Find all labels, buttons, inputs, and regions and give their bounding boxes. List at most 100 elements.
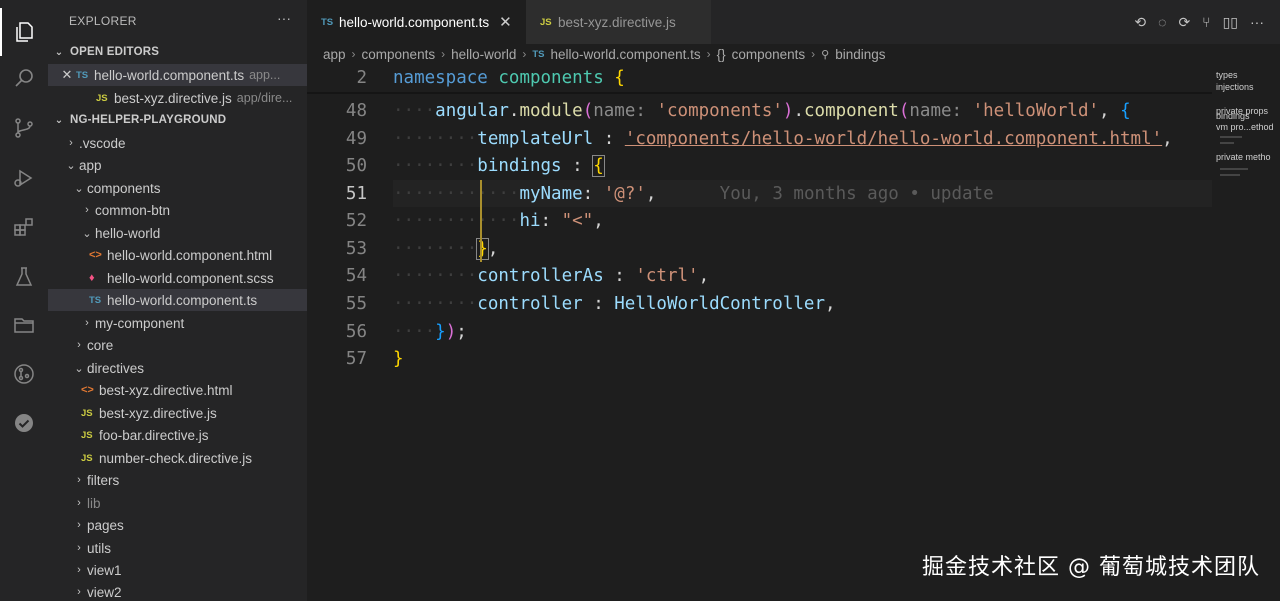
tree-folder[interactable]: ⌄ hello-world	[48, 222, 307, 244]
editor-tab-bar: TS hello-world.component.ts ✕ JS best-xy…	[307, 0, 1280, 44]
editor-actions: ⟲ ◌ ⟳ ⑂ ▯▯ ···	[1134, 14, 1264, 31]
code-editor[interactable]: 2 namespace components { 48 ····angular.…	[307, 64, 1212, 601]
folder-icon[interactable]	[0, 301, 48, 349]
workspace-header[interactable]: ⌄ NG-HELPER-PLAYGROUND	[48, 109, 307, 131]
testing-icon[interactable]	[0, 253, 48, 301]
param-hint: name:	[909, 100, 963, 121]
scss-file-icon: ♦	[89, 272, 95, 284]
tree-folder[interactable]: › core	[48, 334, 307, 356]
chevron-right-icon: ›	[77, 542, 81, 554]
chevron-down-icon: ⌄	[54, 46, 64, 58]
open-editors-header[interactable]: ⌄ OPEN EDITORS	[48, 41, 307, 63]
tree-label: lib	[87, 495, 101, 511]
tree-file[interactable]: JS number-check.directive.js	[48, 447, 307, 469]
string-literal[interactable]: 'components/hello-world/hello-world.comp…	[625, 129, 1162, 149]
extensions-icon[interactable]	[0, 203, 48, 251]
line-number: 56	[345, 321, 367, 342]
tree-file[interactable]: JS best-xyz.directive.js	[48, 402, 307, 424]
chevron-down-icon: ⌄	[82, 227, 92, 240]
chevron-down-icon: ⌄	[66, 159, 76, 172]
tree-folder[interactable]: ⌄ directives	[48, 357, 307, 379]
forward-icon[interactable]: ⟳	[1178, 14, 1190, 31]
files-icon[interactable]	[0, 8, 48, 56]
tree-folder[interactable]: › view2	[48, 581, 307, 601]
more-icon[interactable]: ···	[1250, 14, 1264, 31]
property-name: myName	[519, 183, 583, 204]
sticky-scroll-separator	[307, 92, 1212, 94]
code-line[interactable]: 50 ········bindings : {	[307, 152, 1212, 179]
minimap-line	[1220, 142, 1234, 144]
tree-folder[interactable]: › my-component	[48, 312, 307, 334]
more-actions-icon[interactable]: ···	[277, 10, 291, 26]
tree-folder[interactable]: › pages	[48, 514, 307, 536]
tree-file[interactable]: <> hello-world.component.html	[48, 244, 307, 266]
open-editor-item[interactable]: JS best-xyz.directive.js app/dire...	[48, 87, 307, 109]
tree-folder[interactable]: ⌄ app	[48, 154, 307, 176]
code-line[interactable]: 56 ····});	[307, 318, 1212, 345]
open-editor-name: hello-world.component.ts	[94, 67, 245, 83]
close-icon[interactable]: ✕	[499, 13, 512, 31]
line-number: 48	[345, 100, 367, 121]
namespace-icon: {}	[716, 46, 726, 62]
tree-label: number-check.directive.js	[99, 450, 253, 466]
breadcrumb-item[interactable]: bindings	[835, 47, 885, 62]
breadcrumb-item[interactable]: app	[323, 47, 346, 62]
chevron-right-icon: ›	[706, 47, 711, 61]
code-line[interactable]: 49 ········templateUrl : 'components/hel…	[307, 125, 1212, 152]
minimap-line	[1220, 174, 1240, 176]
code-line[interactable]: 52 ············hi: "<",	[307, 207, 1212, 234]
open-editor-name: best-xyz.directive.js	[114, 90, 232, 106]
tab-label: hello-world.component.ts	[339, 14, 490, 30]
code-line[interactable]: 54 ········controllerAs : 'ctrl',	[307, 262, 1212, 289]
breadcrumb-item[interactable]: hello-world	[451, 47, 516, 62]
tree-label: utils	[87, 540, 112, 556]
search-icon[interactable]	[0, 54, 48, 102]
source-control-icon[interactable]	[0, 104, 48, 152]
code-line-current[interactable]: 51 ············myName: '@?', You, 3 mont…	[307, 180, 1212, 207]
tree-folder[interactable]: › utils	[48, 537, 307, 559]
chevron-right-icon: ›	[811, 47, 816, 61]
tab-best-xyz-directive-js[interactable]: JS best-xyz.directive.js	[526, 0, 711, 44]
tree-folder[interactable]: ⌄ components	[48, 177, 307, 199]
close-icon[interactable]: ✕	[58, 67, 76, 83]
bracket-guide	[480, 180, 482, 262]
tree-label: hello-world.component.html	[107, 247, 273, 263]
breadcrumb-item[interactable]: hello-world.component.ts	[551, 47, 701, 62]
tree-label: core	[87, 337, 114, 353]
tree-folder[interactable]: › .vscode	[48, 132, 307, 154]
circle-icon[interactable]: ◌	[1158, 14, 1166, 31]
tree-file[interactable]: JS foo-bar.directive.js	[48, 424, 307, 446]
code-line[interactable]: 57 }	[307, 345, 1212, 372]
breadcrumb-item[interactable]: components	[732, 47, 806, 62]
chevron-right-icon: ›	[522, 47, 527, 61]
run-debug-icon[interactable]	[0, 154, 48, 202]
git-lens-icon[interactable]	[0, 350, 48, 398]
code-line[interactable]: 2 namespace components {	[307, 64, 1212, 91]
minimap[interactable]: types injections private props bindings …	[1212, 64, 1280, 601]
open-editor-item[interactable]: ✕ TS hello-world.component.ts app...	[48, 64, 307, 86]
tab-hello-world-component-ts[interactable]: TS hello-world.component.ts ✕	[307, 0, 526, 44]
checkmark-icon[interactable]	[0, 399, 48, 447]
tree-folder[interactable]: › filters	[48, 469, 307, 491]
workspace-label: NG-HELPER-PLAYGROUND	[70, 114, 227, 126]
line-number: 53	[345, 238, 367, 259]
breadcrumb-item[interactable]: components	[362, 47, 436, 62]
tree-file[interactable]: TS hello-world.component.ts	[48, 289, 307, 311]
tree-folder[interactable]: › common-btn	[48, 199, 307, 221]
watermark: 掘金技术社区 @ 葡萄城技术团队	[922, 555, 1260, 580]
git-compare-icon[interactable]: ⑂	[1202, 14, 1210, 31]
chevron-right-icon: ›	[69, 137, 73, 149]
code-line[interactable]: 53 ········},	[307, 235, 1212, 262]
line-number: 54	[345, 265, 367, 286]
code-line[interactable]: 55 ········controller : HelloWorldContro…	[307, 290, 1212, 317]
compare-icon[interactable]: ⟲	[1134, 14, 1146, 31]
code-line[interactable]: 48 ····angular.module(name: 'components'…	[307, 97, 1212, 124]
wrench-icon: ⚲	[821, 48, 830, 61]
tree-file[interactable]: ♦ hello-world.component.scss	[48, 267, 307, 289]
tree-folder[interactable]: › lib	[48, 492, 307, 514]
html-file-icon: <>	[89, 249, 102, 261]
tree-label: best-xyz.directive.js	[99, 405, 217, 421]
split-editor-icon[interactable]: ▯▯	[1223, 14, 1238, 31]
tree-folder[interactable]: › view1	[48, 559, 307, 581]
tree-file[interactable]: <> best-xyz.directive.html	[48, 379, 307, 401]
